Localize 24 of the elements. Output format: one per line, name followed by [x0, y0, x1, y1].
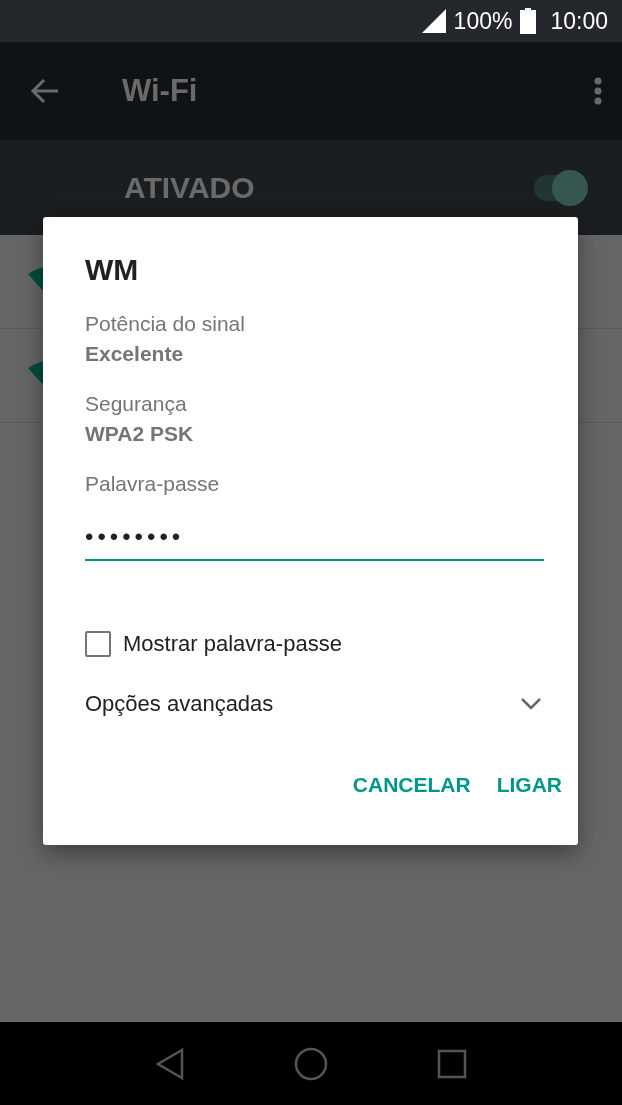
detail-label: Segurança	[85, 391, 188, 417]
chevron-icon[interactable]	[520, 697, 542, 711]
dialog-button[interactable]: CANCELAR	[344, 763, 479, 807]
signal-icon	[421, 9, 446, 33]
back-icon[interactable]	[154, 1047, 185, 1080]
home-icon[interactable]	[294, 1046, 328, 1081]
advanced-options-label[interactable]: Opções avançadas	[85, 691, 274, 717]
battery-icon	[520, 8, 537, 34]
show-password-checkbox[interactable]	[85, 631, 111, 657]
detail-label: Potência do sinal	[85, 311, 246, 337]
password-label: Palavra-passe	[85, 471, 221, 497]
detail-value: Excelente	[85, 341, 185, 367]
show-password-label: Mostrar palavra-passe	[123, 631, 342, 657]
password-field[interactable]: ••••••••	[85, 517, 544, 561]
back-arrow-icon[interactable]	[30, 77, 60, 105]
screen-title: Wi-Fi	[122, 73, 199, 109]
detail-value: WPA2 PSK	[85, 421, 195, 447]
dialog-title: WM	[85, 253, 140, 287]
recents-icon[interactable]	[437, 1048, 468, 1079]
more-options-icon[interactable]	[594, 77, 602, 105]
clock: 10:00	[550, 7, 608, 35]
battery-percent: 100%	[453, 7, 513, 35]
wifi-switch-label: ATIVADO	[124, 170, 256, 205]
dialog-button[interactable]: LIGAR	[488, 763, 570, 807]
